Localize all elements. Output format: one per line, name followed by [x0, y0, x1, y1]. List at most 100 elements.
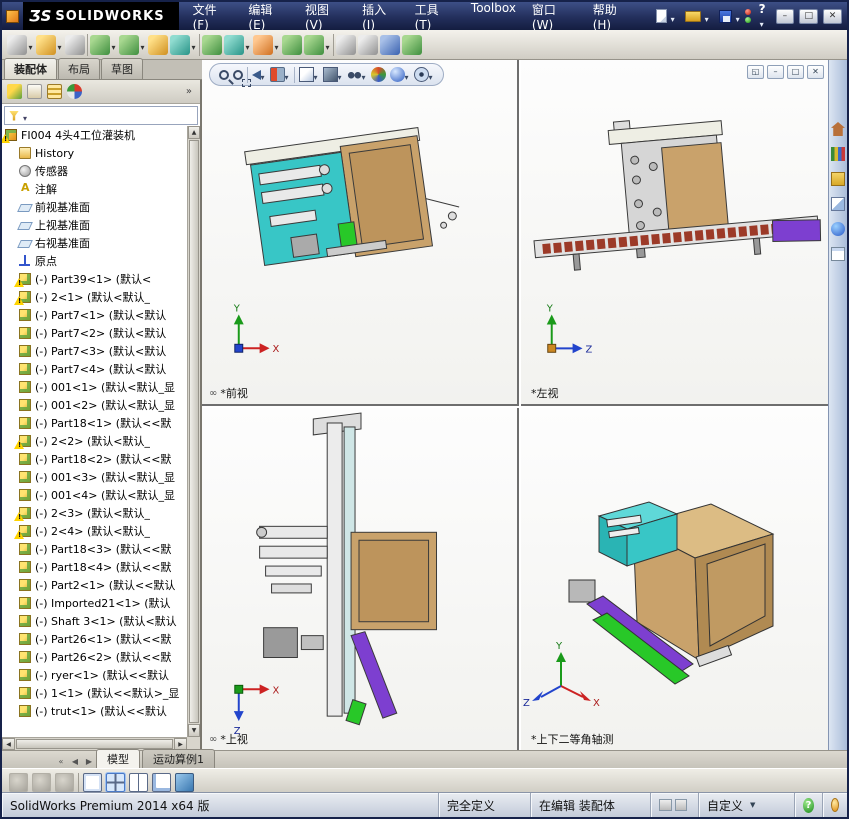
tab-sketch[interactable]: 草图	[101, 58, 143, 79]
tree-item[interactable]: (-) Part18<2> (默认<<默	[2, 450, 187, 468]
link-views-icon[interactable]	[152, 773, 171, 792]
tab-motion-study-1[interactable]: 运动算例1	[142, 749, 215, 768]
feedback-icon[interactable]	[831, 798, 839, 812]
reference-geometry-icon[interactable]	[253, 34, 273, 55]
tree-item[interactable]: 上视基准面	[2, 216, 187, 234]
display-style-icon[interactable]	[323, 67, 338, 82]
scrollbar-thumb[interactable]	[16, 739, 173, 749]
tree-item[interactable]: (-) Part2<1> (默认<<默认	[2, 576, 187, 594]
tab-model[interactable]: 模型	[96, 749, 140, 768]
viewport-top[interactable]: X Z ∞ *上视	[202, 408, 519, 750]
dropdown-arrow-icon[interactable]	[139, 35, 146, 54]
tabs-scroll-left-icon[interactable]: ◀	[68, 757, 82, 768]
dropdown-arrow-icon[interactable]	[669, 7, 677, 26]
apply-scene-icon[interactable]	[390, 67, 405, 82]
tree-item[interactable]: (-) 2<1> (默认<默认_	[2, 288, 187, 306]
minimize-button[interactable]: –	[775, 8, 795, 24]
quick-tips-icon[interactable]: ?	[803, 797, 814, 813]
resources-home-icon[interactable]	[831, 122, 845, 136]
tree-item[interactable]: (-) Imported21<1> (默认	[2, 594, 187, 612]
screen-capture-icon[interactable]	[7, 34, 27, 55]
viewport-front[interactable]: Y X ∞ *前视	[202, 60, 519, 406]
new-motion-study-icon[interactable]	[282, 34, 302, 55]
tree-item[interactable]: (-) 001<4> (默认<默认_显	[2, 486, 187, 504]
toolbar-separator[interactable]	[199, 33, 200, 56]
viewport-close-icon[interactable]: ✕	[807, 65, 824, 79]
hud-separator[interactable]	[247, 66, 248, 83]
tree-item[interactable]: 原点	[2, 252, 187, 270]
display-manager-icon[interactable]	[67, 84, 82, 99]
dropdown-arrow-icon[interactable]	[703, 7, 711, 26]
configuration-manager-icon[interactable]	[47, 84, 62, 99]
linear-component-pattern-icon[interactable]	[119, 34, 139, 55]
tree-item[interactable]: 注解	[2, 180, 187, 198]
mate-icon[interactable]	[90, 34, 110, 55]
property-manager-icon[interactable]	[27, 84, 42, 99]
tree-filter-dropdown[interactable]	[4, 106, 198, 125]
viewport-minimize-icon[interactable]: –	[767, 65, 784, 79]
viewport-maximize-icon[interactable]: □	[787, 65, 804, 79]
exploded-view-icon[interactable]	[336, 34, 356, 55]
dropdown-arrow-icon[interactable]	[324, 35, 331, 54]
save-icon[interactable]	[716, 5, 745, 28]
tree-item[interactable]: 右视基准面	[2, 234, 187, 252]
tree-item[interactable]: (-) Part7<4> (默认<默认	[2, 360, 187, 378]
previous-view-icon[interactable]	[252, 69, 261, 80]
view-settings-icon[interactable]	[414, 67, 429, 82]
tabs-scroll-right-icon[interactable]: ▶	[82, 757, 96, 768]
hide-show-items-icon[interactable]	[347, 67, 362, 82]
tree-item[interactable]: FI004 4头4工位灌装机	[2, 126, 187, 144]
tree-item[interactable]: 前视基准面	[2, 198, 187, 216]
view-palette-icon[interactable]	[831, 197, 845, 211]
dropdown-arrow-icon[interactable]	[190, 35, 197, 54]
maximize-button[interactable]: □	[799, 8, 819, 24]
tree-item[interactable]: (-) trut<1> (默认<<默认	[2, 702, 187, 720]
close-button[interactable]: ✕	[823, 8, 842, 24]
assembly-features-icon[interactable]	[224, 34, 244, 55]
interference-detection-icon[interactable]	[358, 34, 378, 55]
insert-components-icon[interactable]	[36, 34, 56, 55]
tree-item[interactable]: (-) Part18<3> (默认<<默	[2, 540, 187, 558]
tree-item[interactable]: (-) Shaft 3<1> (默认<默认	[2, 612, 187, 630]
scroll-up-icon[interactable]	[188, 126, 200, 139]
file-explorer-icon[interactable]	[831, 172, 845, 186]
smart-fasteners-icon[interactable]	[148, 34, 168, 55]
scroll-down-icon[interactable]	[188, 724, 200, 737]
tab-assembly[interactable]: 装配体	[4, 58, 57, 79]
tree-item[interactable]: (-) 001<2> (默认<默认_显	[2, 396, 187, 414]
open-icon[interactable]	[682, 5, 714, 28]
feature-manager-icon[interactable]	[7, 84, 22, 99]
pan-control-icon[interactable]	[55, 773, 74, 792]
tree-item[interactable]: (-) 001<3> (默认<默认_显	[2, 468, 187, 486]
toolbar-separator[interactable]	[333, 33, 334, 56]
two-viewport-icon[interactable]	[129, 773, 148, 792]
custom-properties-icon[interactable]	[831, 247, 845, 261]
hud-separator[interactable]	[294, 66, 295, 83]
tree-item[interactable]: (-) 1<1> (默认<<默认>_显	[2, 684, 187, 702]
bill-of-materials-icon[interactable]	[304, 34, 324, 55]
tree-item[interactable]: (-) Part7<3> (默认<默认	[2, 342, 187, 360]
four-viewport-icon[interactable]	[106, 773, 125, 792]
scroll-left-icon[interactable]	[2, 738, 15, 750]
edit-appearance-icon[interactable]	[371, 67, 386, 82]
view-orientation-icon[interactable]	[299, 67, 314, 82]
attachment-icon[interactable]	[65, 34, 85, 55]
tab-layout[interactable]: 布局	[58, 58, 100, 79]
design-library-icon[interactable]	[831, 147, 845, 161]
rotate-control-icon[interactable]	[32, 773, 51, 792]
bottom-separator[interactable]	[78, 772, 79, 793]
zoom-control-icon[interactable]	[9, 773, 28, 792]
tree-vertical-scrollbar[interactable]	[187, 126, 200, 737]
tree-item[interactable]: (-) Part18<4> (默认<<默	[2, 558, 187, 576]
toolbar-separator[interactable]	[87, 33, 88, 56]
move-component-icon[interactable]	[170, 34, 190, 55]
tree-item[interactable]: (-) 2<3> (默认<默认_	[2, 504, 187, 522]
pane-expand-icon[interactable]: »	[183, 86, 195, 97]
dropdown-arrow-icon[interactable]	[273, 35, 280, 54]
unit-system-dropdown[interactable]: 自定义	[699, 793, 795, 817]
dropdown-arrow-icon[interactable]	[734, 7, 742, 26]
tabs-scroll-start-icon[interactable]: «	[54, 757, 68, 768]
tree-item[interactable]: (-) Part26<2> (默认<<默	[2, 648, 187, 666]
viewport-restore-icon[interactable]: ◱	[747, 65, 764, 79]
image-capture-icon[interactable]	[175, 773, 194, 792]
